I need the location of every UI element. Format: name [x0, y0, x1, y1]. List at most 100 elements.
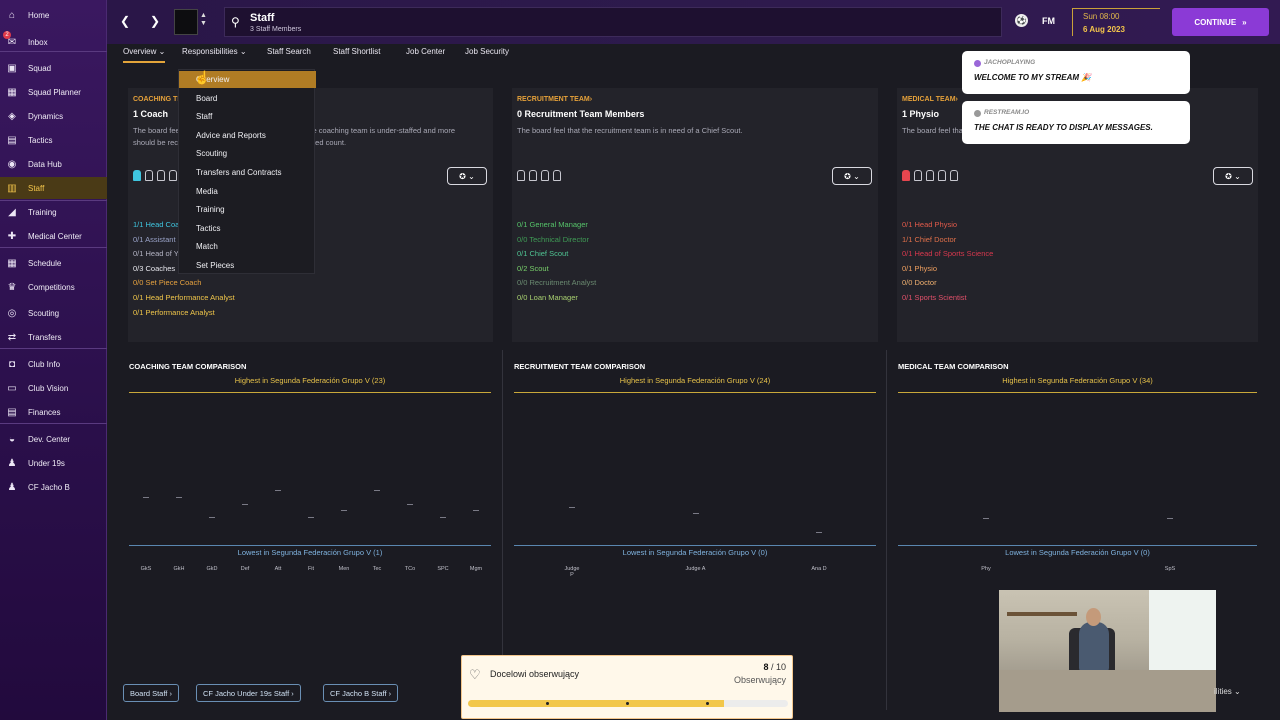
sidebar-item-scouting[interactable]: ◎ Scouting	[0, 302, 107, 324]
sidebar-item-under-19s[interactable]: ♟ Under 19s	[0, 452, 107, 474]
sidebar-item-cf-jacho-b[interactable]: ♟ CF Jacho B	[0, 476, 107, 498]
staff-role-row[interactable]: 0/1 Head Performance Analyst	[133, 293, 239, 308]
sidebar-item-staff[interactable]: ▥ Staff	[0, 177, 107, 199]
under19s-staff-button[interactable]: CF Jacho Under 19s Staff ›	[196, 684, 301, 702]
staff-pip	[914, 170, 922, 181]
comparison-axis-label: Mgm	[469, 566, 483, 572]
staff-role-row[interactable]: 0/1 Head Physio	[902, 220, 993, 235]
dropdown-item-match[interactable]: Match	[179, 238, 316, 255]
dropdown-item-tactics[interactable]: Tactics	[179, 220, 316, 237]
schedule-icon: ▦	[7, 257, 17, 269]
football-icon[interactable]: ⚽	[1015, 14, 1028, 27]
panel-heading[interactable]: MEDICAL TEAM›	[902, 96, 958, 103]
board-staff-button[interactable]: Board Staff ›	[123, 684, 179, 702]
lowest-label: Lowest in Segunda Federación Grupo V (1)	[237, 548, 383, 557]
lowest-label: Lowest in Segunda Federación Grupo V (0)	[1005, 548, 1150, 557]
staff-pip	[169, 170, 177, 181]
dropdown-item-transfers-and-contracts[interactable]: Transfers and Contracts	[179, 164, 316, 181]
dropdown-item-training[interactable]: Training	[179, 201, 316, 218]
comparison-mark	[209, 517, 215, 519]
staff-pip	[553, 170, 561, 181]
sidebar-item-competitions[interactable]: ♛ Competitions	[0, 276, 107, 298]
sidebar-item-inbox[interactable]: ✉ 2 Inbox	[0, 31, 107, 53]
tab-staff-search[interactable]: Staff Search	[267, 47, 311, 63]
lowest-line	[898, 545, 1257, 546]
panel-heading[interactable]: RECRUITMENT TEAM›	[517, 96, 592, 103]
panel-title: 1 Physio	[902, 109, 940, 119]
sidebar-item-club-info[interactable]: ◘ Club Info	[0, 353, 107, 375]
staff-role-row[interactable]: 0/0 Loan Manager	[517, 293, 596, 308]
staff-role-row[interactable]: 0/0 Technical Director	[517, 235, 596, 250]
tab-overview[interactable]: Overview ⌄	[123, 47, 166, 63]
comparison-axis-label: Judge P	[564, 566, 580, 578]
forward-arrow-icon[interactable]: ❯	[144, 10, 166, 32]
staff-pip	[133, 170, 141, 181]
comparison-mark	[242, 503, 248, 505]
double-chevron-right-icon: »	[1242, 17, 1247, 27]
sidebar-item-tactics[interactable]: ▤ Tactics	[0, 129, 107, 151]
sidebar-item-transfers[interactable]: ⇄ Transfers	[0, 326, 107, 348]
tab-job-security[interactable]: Job Security	[465, 47, 509, 63]
chevron-down-icon: ⌄	[853, 171, 860, 181]
dropdown-item-set-pieces[interactable]: Set Pieces	[179, 257, 316, 274]
staff-role-row[interactable]: 0/2 Scout	[517, 264, 596, 279]
tab-staff-shortlist[interactable]: Staff Shortlist	[333, 47, 380, 63]
chevron-down-icon: ⌄	[468, 171, 475, 181]
sidebar-item-label: Under 19s	[28, 458, 65, 468]
staff-role-row[interactable]: 1/1 Chief Doctor	[902, 235, 993, 250]
obscured-button[interactable]: ilities ⌄	[1214, 687, 1241, 696]
fm-menu-button[interactable]: FM	[1042, 16, 1055, 26]
data-hub-icon: ◉	[7, 158, 17, 170]
staff-role-row[interactable]: 0/0 Doctor	[902, 278, 993, 293]
role-filter-button[interactable]: ✪ ⌄	[1213, 167, 1253, 185]
sidebar-item-training[interactable]: ◢ Training	[0, 201, 107, 223]
sidebar-item-schedule[interactable]: ▦ Schedule	[0, 252, 107, 274]
webcam-shelf	[1007, 612, 1077, 616]
sidebar-item-dynamics[interactable]: ◈ Dynamics	[0, 105, 107, 127]
dropdown-item-board[interactable]: Board	[179, 90, 316, 107]
b-team-staff-button[interactable]: CF Jacho B Staff ›	[323, 684, 399, 702]
dropdown-item-scouting[interactable]: Scouting	[179, 145, 316, 162]
dynamics-icon: ◈	[8, 110, 16, 122]
staff-role-row[interactable]: 0/1 General Manager	[517, 220, 596, 235]
club-switch-arrows-icon[interactable]: ▲ ▼	[200, 12, 207, 28]
dropdown-item-advice-and-reports[interactable]: Advice and Reports	[179, 127, 316, 144]
continue-button[interactable]: CONTINUE »	[1172, 8, 1269, 36]
staff-role-row[interactable]: 0/1 Performance Analyst	[133, 308, 239, 323]
sidebar-item-home[interactable]: ⌂ Home	[0, 4, 107, 26]
role-filter-button[interactable]: ✪ ⌄	[832, 167, 872, 185]
sidebar-item-squad[interactable]: ▣ Squad	[0, 57, 107, 79]
back-arrow-icon[interactable]: ❮	[114, 10, 136, 32]
squad-planner-icon: ▦	[7, 86, 17, 98]
sidebar-item-squad-planner[interactable]: ▦ Squad Planner	[0, 81, 107, 103]
page-header-search[interactable]: ⚲ Staff 3 Staff Members	[224, 7, 1002, 37]
sidebar-item-label: Transfers	[28, 332, 62, 342]
club-crest[interactable]	[174, 9, 198, 35]
staff-role-row[interactable]: 0/0 Set Piece Coach	[133, 278, 239, 293]
medical-comparison-title: MEDICAL TEAM COMPARISON	[898, 362, 1009, 371]
mouse-cursor-icon: ☝	[194, 70, 211, 85]
game-date[interactable]: Sun 08:00 6 Aug 2023	[1072, 8, 1160, 36]
progress-marker	[706, 702, 709, 705]
staff-role-row[interactable]: 0/0 Recruitment Analyst	[517, 278, 596, 293]
highest-label: Highest in Segunda Federación Grupo V (2…	[619, 376, 771, 385]
tab-job-center[interactable]: Job Center	[406, 47, 445, 63]
sidebar-item-club-vision[interactable]: ▭ Club Vision	[0, 377, 107, 399]
tab-responsibilities[interactable]: Responsibilities ⌄	[182, 47, 247, 63]
highest-label: Highest in Segunda Federación Grupo V (2…	[234, 376, 386, 385]
chat-user: JACHOPLAYING	[984, 59, 1036, 66]
staff-role-row[interactable]: 0/1 Sports Scientist	[902, 293, 993, 308]
sidebar-item-dev-center[interactable]: ◒ Dev. Center	[0, 428, 107, 450]
staff-role-row[interactable]: 0/1 Chief Scout	[517, 249, 596, 264]
staff-role-row[interactable]: 0/1 Head of Sports Science	[902, 249, 993, 264]
sidebar-item-finances[interactable]: ▤ Finances	[0, 401, 107, 423]
sidebar-item-data-hub[interactable]: ◉ Data Hub	[0, 153, 107, 175]
staff-role-row[interactable]: 0/1 Physio	[902, 264, 993, 279]
role-filter-button[interactable]: ✪ ⌄	[447, 167, 487, 185]
notification-badge: 2	[3, 31, 11, 39]
dropdown-item-media[interactable]: Media	[179, 183, 316, 200]
dropdown-item-staff[interactable]: Staff	[179, 108, 316, 125]
sidebar-item-medical-center[interactable]: ✚ Medical Center	[0, 225, 107, 247]
role-list: 0/1 Head Physio 1/1 Chief Doctor 0/1 Head …	[902, 220, 993, 308]
comparison-axis-label: SPC	[437, 566, 449, 572]
